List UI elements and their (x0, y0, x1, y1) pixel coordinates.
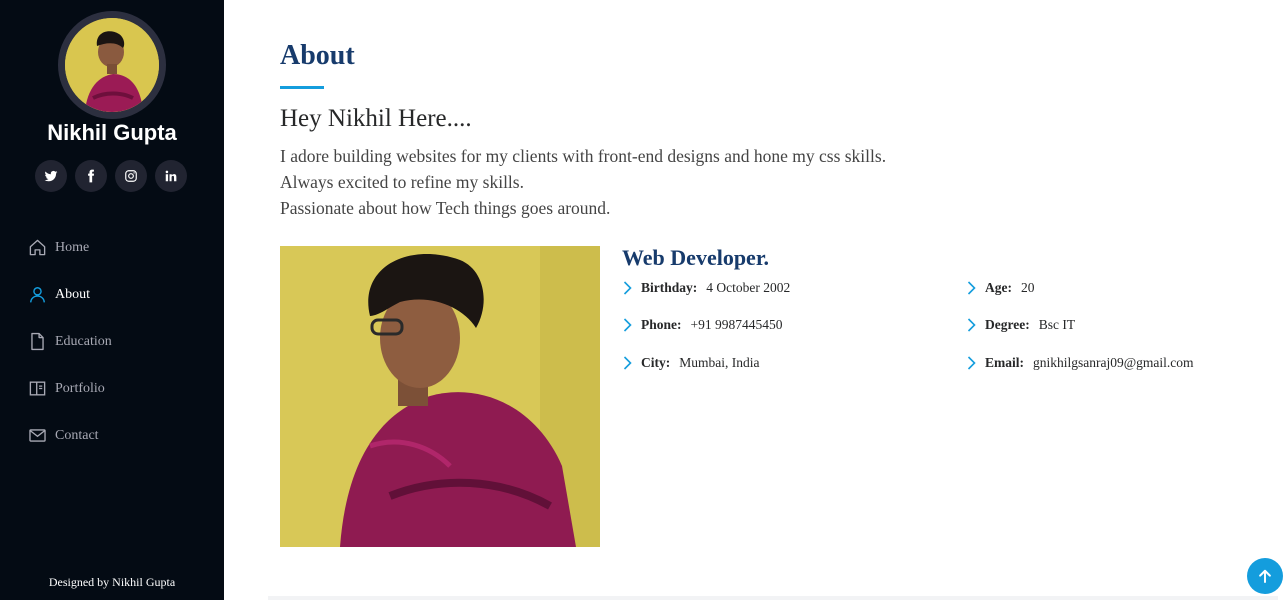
chevron-right-icon (623, 281, 632, 295)
detail-key: Birthday: (641, 280, 698, 295)
detail-degree: Degree: Bsc IT (966, 317, 1075, 333)
envelope-icon (29, 429, 46, 442)
intro-line: Always excited to refine my skills. (280, 172, 524, 192)
section-title: About (280, 40, 355, 71)
linkedin-link[interactable] (155, 160, 187, 192)
chevron-right-icon (967, 281, 976, 295)
nav-label-home: Home (55, 239, 90, 255)
chevron-right-icon (623, 318, 632, 332)
nav-label-about: About (55, 286, 90, 302)
nav-item-contact[interactable]: Contact (28, 412, 112, 459)
social-links (35, 160, 187, 192)
profile-photo (280, 246, 600, 547)
facebook-link[interactable] (75, 160, 107, 192)
detail-value: gnikhilgsanraj09@gmail.com (1033, 355, 1194, 370)
profile-name: Nikhil Gupta (47, 120, 177, 145)
detail-value: 20 (1021, 280, 1035, 295)
arrow-up-icon (1259, 569, 1271, 583)
user-icon (30, 287, 45, 303)
intro-line: I adore building websites for my clients… (280, 146, 887, 166)
nav-item-home[interactable]: Home (28, 224, 112, 271)
nav-item-education[interactable]: Education (28, 318, 112, 365)
section-divider (268, 596, 1278, 600)
detail-birthday: Birthday: 4 October 2002 (622, 280, 790, 296)
detail-key: City: (641, 355, 671, 370)
home-icon (29, 239, 46, 256)
back-to-top-button[interactable] (1247, 558, 1283, 594)
detail-key: Degree: (985, 317, 1030, 332)
file-icon (31, 332, 44, 351)
intro-text: I adore building websites for my clients… (280, 143, 886, 221)
main-nav: Home About Education Portfolio Contact (28, 224, 112, 459)
detail-value: Bsc IT (1038, 317, 1076, 332)
chevron-right-icon (623, 356, 632, 370)
chevron-right-icon (967, 318, 976, 332)
nav-label-portfolio: Portfolio (55, 380, 105, 396)
detail-phone: Phone: +91 9987445450 (622, 317, 783, 333)
instagram-icon (125, 170, 137, 182)
book-icon (29, 381, 46, 396)
detail-key: Phone: (641, 317, 682, 332)
linkedin-icon (165, 170, 177, 182)
detail-value: +91 9987445450 (690, 317, 783, 332)
detail-email: Email: gnikhilgsanraj09@gmail.com (966, 355, 1194, 371)
nav-label-education: Education (55, 333, 112, 349)
chevron-right-icon (967, 356, 976, 370)
detail-age: Age: 20 (966, 280, 1035, 296)
title-underline (280, 86, 324, 89)
greeting: Hey Nikhil Here.... (280, 105, 472, 132)
profile-photo-thumbnail (65, 18, 159, 112)
detail-key: Email: (985, 355, 1024, 370)
intro-line: Passionate about how Tech things goes ar… (280, 198, 611, 218)
detail-key: Age: (985, 280, 1012, 295)
facebook-icon (88, 169, 95, 183)
nav-item-portfolio[interactable]: Portfolio (28, 365, 112, 412)
avatar (58, 11, 166, 119)
role-title: Web Developer. (622, 245, 770, 270)
instagram-link[interactable] (115, 160, 147, 192)
twitter-icon (44, 170, 58, 182)
detail-city: City: Mumbai, India (622, 355, 760, 371)
nav-item-about[interactable]: About (28, 271, 112, 318)
detail-value: 4 October 2002 (706, 280, 791, 295)
twitter-link[interactable] (35, 160, 67, 192)
about-section: About Hey Nikhil Here.... I adore buildi… (224, 0, 1288, 600)
detail-value: Mumbai, India (679, 355, 760, 370)
footer-credit: Designed by Nikhil Gupta (48, 575, 176, 589)
nav-label-contact: Contact (55, 427, 99, 443)
sidebar: Nikhil Gupta Home About Education Portfo… (0, 0, 224, 600)
